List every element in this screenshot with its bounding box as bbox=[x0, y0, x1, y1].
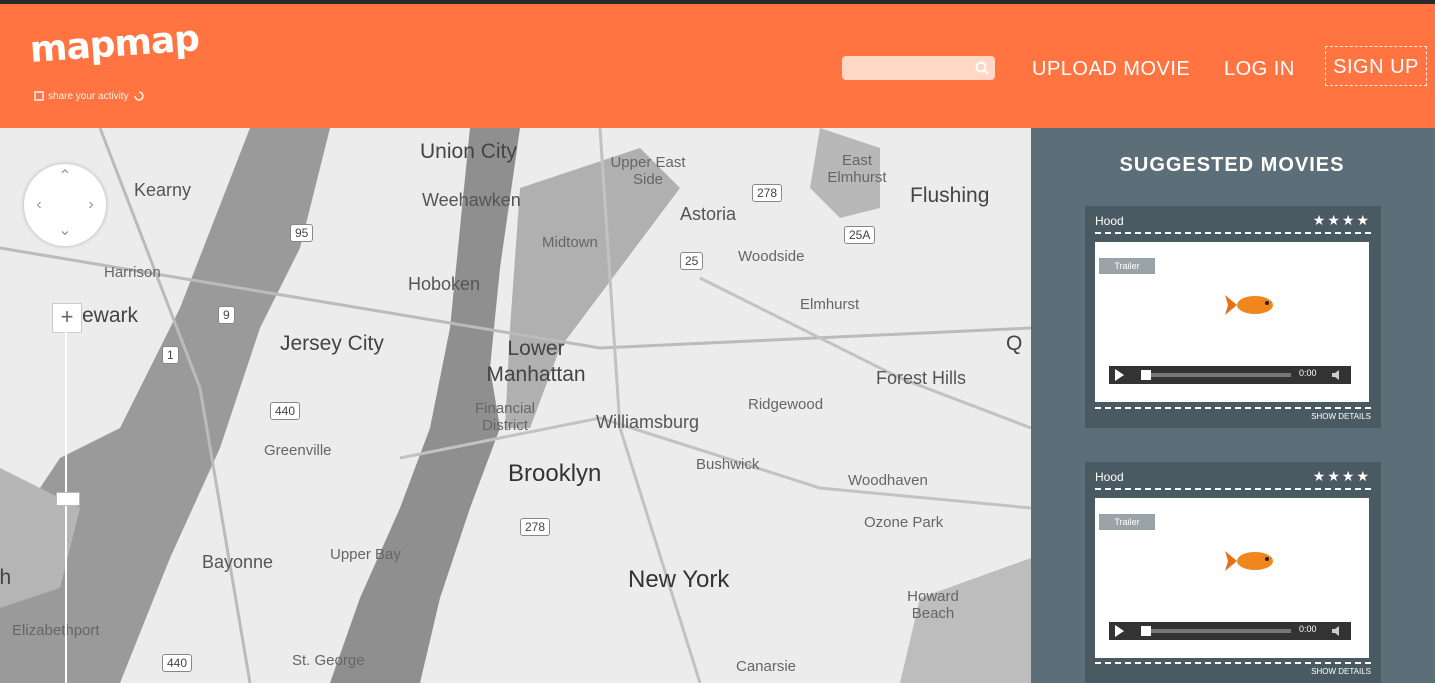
video-time: 0:00 bbox=[1299, 368, 1317, 378]
panel-title: SUGGESTED MOVIES bbox=[1119, 154, 1345, 176]
map-label: Forest Hills bbox=[876, 368, 967, 388]
map-label: Bayonne bbox=[202, 552, 274, 572]
highway-shield: 278 bbox=[520, 518, 551, 536]
video-controls: 0:00 bbox=[1109, 366, 1351, 384]
map-canvas[interactable]: Union City Kearny Weehawken Upper East S… bbox=[0, 128, 1031, 683]
video-progress-bar[interactable] bbox=[1141, 370, 1291, 380]
map-label: Williamsburg bbox=[596, 412, 700, 432]
map-label: Harrison bbox=[104, 264, 161, 281]
map-label: ewark bbox=[82, 304, 139, 327]
highway-shield: 440 bbox=[162, 654, 193, 672]
search-icon[interactable] bbox=[974, 60, 990, 76]
map-label: eth bbox=[0, 566, 12, 589]
rating-stars-icon[interactable]: ★★★★ bbox=[1313, 212, 1371, 229]
show-details-link[interactable]: SHOW DETAILS bbox=[1095, 662, 1371, 677]
video-tag: Trailer bbox=[1099, 258, 1155, 274]
map-label: Jersey City bbox=[280, 332, 384, 355]
highway-shield: 9 bbox=[218, 306, 235, 324]
video-controls: 0:00 bbox=[1109, 622, 1351, 640]
pan-right-icon[interactable]: › bbox=[82, 196, 100, 214]
highway-shield: 440 bbox=[270, 402, 301, 420]
login-link[interactable]: LOG IN bbox=[1224, 56, 1295, 82]
site-logo[interactable]: mapmap bbox=[29, 18, 201, 71]
map-label: Canarsie bbox=[736, 658, 797, 675]
highway-shield: 1 bbox=[162, 346, 179, 364]
map-label: Woodside bbox=[738, 248, 805, 265]
tagline: share your activity bbox=[34, 90, 145, 102]
map-label: Lower Manhattan bbox=[486, 337, 586, 386]
video-progress-bar[interactable] bbox=[1141, 626, 1291, 636]
highway-shield: 25A bbox=[844, 226, 876, 244]
map-label: Hoboken bbox=[408, 274, 481, 294]
pan-left-icon[interactable]: ‹ bbox=[30, 196, 48, 214]
map-label: Upper East Side bbox=[610, 154, 686, 188]
video-tag: Trailer bbox=[1099, 514, 1155, 530]
map-label: Howard Beach bbox=[907, 588, 959, 622]
map-label: Ozone Park bbox=[864, 514, 944, 531]
map-label: Ridgewood bbox=[748, 396, 824, 413]
map-label: Greenville bbox=[264, 442, 332, 459]
zoom-slider[interactable] bbox=[65, 332, 67, 683]
video-player[interactable]: Trailer 0:00 bbox=[1095, 242, 1369, 402]
play-icon[interactable] bbox=[1115, 369, 1124, 381]
map-pan-control[interactable]: ⌃ ‹ › ⌄ bbox=[24, 164, 106, 246]
map-label: Midtown bbox=[542, 234, 598, 251]
rating-stars-icon[interactable]: ★★★★ bbox=[1313, 468, 1371, 485]
map-label: Brooklyn bbox=[508, 460, 602, 487]
site-header: mapmap share your activity bbox=[0, 4, 1435, 128]
pin-icon bbox=[34, 91, 44, 101]
movie-card-header: Hood ★★★★ bbox=[1095, 468, 1371, 490]
progress-handle[interactable] bbox=[1141, 626, 1151, 636]
movie-card[interactable]: Hood ★★★★ Trailer 0:00 SHOW DETAILS bbox=[1085, 462, 1381, 683]
map-label: Woodhaven bbox=[848, 472, 928, 489]
refresh-icon bbox=[133, 91, 144, 101]
movie-card-header: Hood ★★★★ bbox=[1095, 212, 1371, 234]
movie-author[interactable]: Hood bbox=[1095, 470, 1124, 484]
map-label: Bushwick bbox=[696, 456, 760, 473]
map-label: Flushing bbox=[910, 184, 990, 207]
movie-card[interactable]: Hood ★★★★ Trailer 0:00 SHOW DETAILS bbox=[1085, 206, 1381, 428]
map-label: Astoria bbox=[680, 204, 737, 224]
video-time: 0:00 bbox=[1299, 624, 1317, 634]
map-label: Union City bbox=[420, 140, 517, 163]
zoom-in-button[interactable]: + bbox=[52, 303, 82, 333]
map-label: East Elmhurst bbox=[827, 152, 887, 186]
map-label: Weehawken bbox=[422, 190, 521, 210]
map-label: Q bbox=[1006, 332, 1023, 355]
search-input[interactable] bbox=[842, 56, 995, 80]
map-label: St. George bbox=[292, 652, 365, 669]
map-label: Financial District bbox=[474, 400, 536, 434]
show-details-link[interactable]: SHOW DETAILS bbox=[1095, 407, 1371, 422]
progress-handle[interactable] bbox=[1141, 370, 1151, 380]
highway-shield: 278 bbox=[752, 184, 783, 202]
volume-icon[interactable] bbox=[1331, 625, 1343, 637]
goldfish-thumbnail bbox=[1225, 295, 1273, 315]
tagline-text: share your activity bbox=[48, 90, 129, 102]
volume-icon[interactable] bbox=[1331, 369, 1343, 381]
highway-shield: 95 bbox=[290, 224, 314, 242]
movie-author[interactable]: Hood bbox=[1095, 214, 1124, 228]
video-player[interactable]: Trailer 0:00 bbox=[1095, 498, 1369, 658]
pan-up-icon[interactable]: ⌃ bbox=[56, 168, 74, 186]
goldfish-thumbnail bbox=[1225, 551, 1273, 571]
map-label: Kearny bbox=[134, 180, 192, 200]
map-label: New York bbox=[628, 566, 730, 593]
pan-down-icon[interactable]: ⌄ bbox=[56, 222, 74, 240]
highway-shield: 25 bbox=[680, 252, 704, 270]
zoom-slider-handle[interactable] bbox=[56, 492, 80, 506]
signup-button[interactable]: SIGN UP bbox=[1325, 46, 1427, 86]
map-label: Upper Bay bbox=[330, 546, 401, 563]
map-label: Elizabethport bbox=[12, 622, 100, 639]
play-icon[interactable] bbox=[1115, 625, 1124, 637]
upload-movie-link[interactable]: UPLOAD MOVIE bbox=[1032, 56, 1190, 82]
map-label: Elmhurst bbox=[800, 296, 860, 313]
